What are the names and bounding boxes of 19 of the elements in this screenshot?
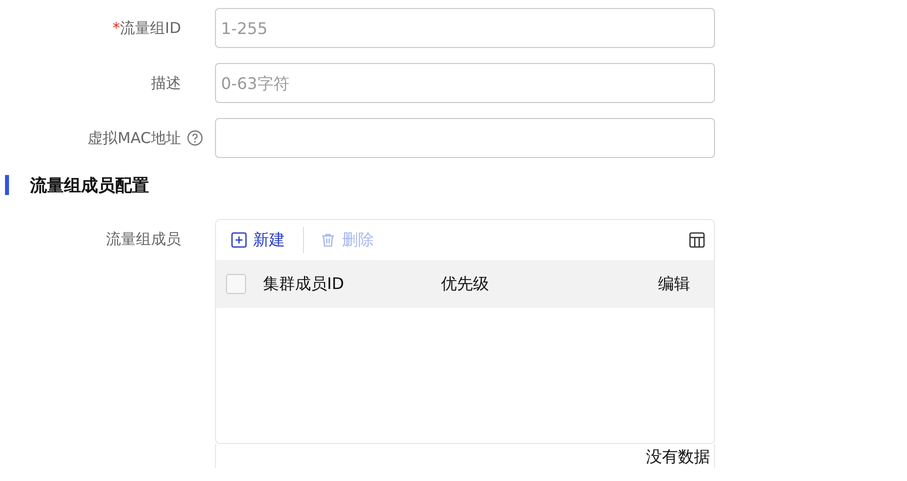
trash-icon [320, 232, 336, 248]
field-label: 流量组成员 [106, 230, 181, 248]
input-field[interactable] [215, 118, 715, 158]
column-header: 优先级 [441, 274, 490, 294]
column-header: 编辑 [658, 274, 690, 294]
section-marker [5, 175, 9, 195]
new-button[interactable]: 新建 [231, 230, 285, 250]
empty-text: 没有数据 [646, 447, 710, 468]
field-label: 流量组ID [120, 18, 181, 38]
checkbox[interactable] [226, 274, 246, 294]
section-title: 流量组成员配置 [30, 174, 149, 196]
plus-icon [231, 232, 247, 248]
field-label: 描述 [151, 74, 181, 92]
column-header: 集群成员ID [263, 274, 346, 294]
input-field[interactable]: 1-255 [215, 8, 715, 48]
field-label: 虚拟MAC地址 [88, 128, 181, 148]
required-mark: * [112, 19, 120, 37]
columns-icon[interactable] [689, 232, 705, 248]
input-field[interactable]: 0-63字符 [215, 63, 715, 103]
